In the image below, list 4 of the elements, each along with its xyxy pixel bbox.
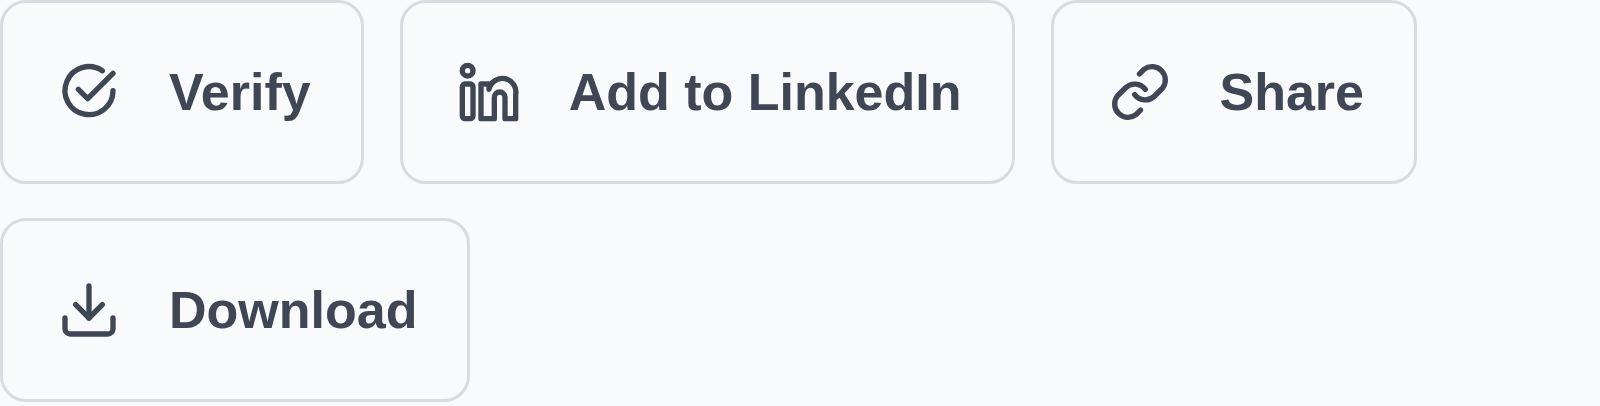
verify-button[interactable]: Verify xyxy=(0,0,364,184)
download-button[interactable]: Download xyxy=(0,218,471,402)
share-button[interactable]: Share xyxy=(1050,0,1418,184)
linkedin-button[interactable]: Add to LinkedIn xyxy=(399,0,1015,184)
